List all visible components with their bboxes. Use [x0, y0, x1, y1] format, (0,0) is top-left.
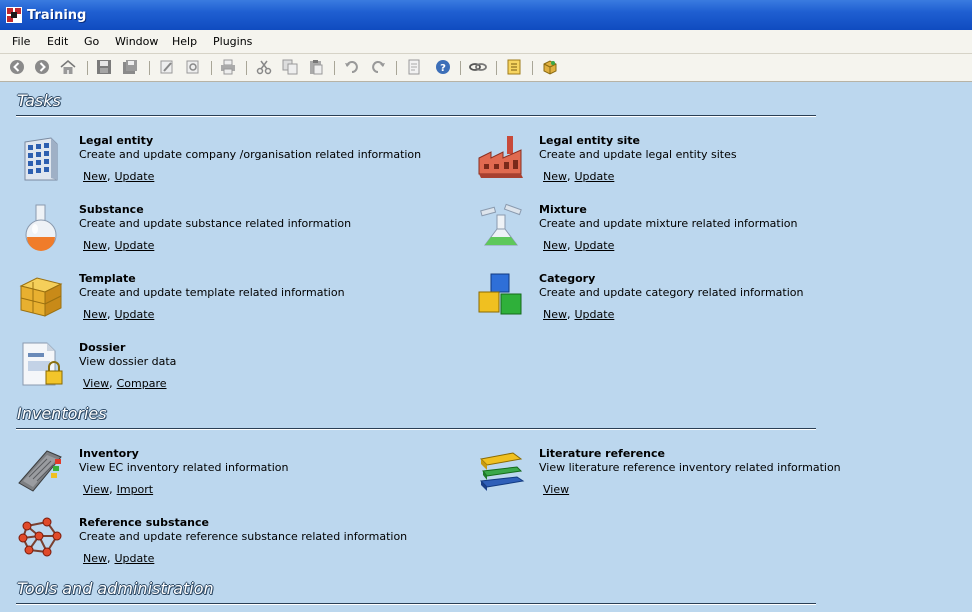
- back-icon[interactable]: [8, 58, 26, 76]
- task-description: Create and update category related infor…: [539, 286, 804, 299]
- task-name: Legal entity site: [539, 134, 640, 147]
- category-new-link[interactable]: New: [543, 308, 567, 321]
- legal-entity-new-link[interactable]: New: [83, 170, 107, 183]
- section-title-inventories: Inventories: [17, 404, 107, 423]
- category-update-link[interactable]: Update: [575, 308, 615, 321]
- mixture-new-link[interactable]: New: [543, 239, 567, 252]
- task-name: Substance: [79, 203, 144, 216]
- task-template: Template Create and update template rela…: [17, 272, 457, 334]
- section-divider: [16, 428, 816, 429]
- cut-icon[interactable]: [255, 58, 273, 76]
- undo-icon[interactable]: [343, 58, 361, 76]
- task-name: Dossier: [79, 341, 126, 354]
- substance-update-link[interactable]: Update: [115, 239, 155, 252]
- factory-icon: [478, 136, 523, 178]
- building-icon: [24, 137, 58, 181]
- title-bar: Training: [0, 0, 972, 30]
- task-category: Category Create and update category rela…: [477, 272, 917, 334]
- task-literature-reference: Literature reference View literature ref…: [477, 447, 917, 509]
- help-icon[interactable]: ?: [434, 58, 452, 76]
- save-all-icon[interactable]: [121, 58, 139, 76]
- task-inventory: Inventory View EC inventory related info…: [17, 447, 457, 509]
- substance-new-link[interactable]: New: [83, 239, 107, 252]
- toolbar: ?: [0, 54, 972, 82]
- task-legal-entity-site: Legal entity site Create and update lega…: [477, 134, 917, 196]
- section-title-tools: Tools and administration: [17, 579, 214, 598]
- task-reference-substance: Reference substance Create and update re…: [17, 516, 457, 578]
- link-icon[interactable]: [469, 58, 487, 76]
- print-icon[interactable]: [219, 58, 237, 76]
- copy-icon[interactable]: [281, 58, 299, 76]
- task-description: Create and update reference substance re…: [79, 530, 408, 543]
- home-icon[interactable]: [59, 58, 77, 76]
- reference-substance-new-link[interactable]: New: [83, 552, 107, 565]
- menu-go[interactable]: Go: [84, 35, 99, 48]
- task-description: View dossier data: [79, 355, 177, 368]
- legal-entity-site-new-link[interactable]: New: [543, 170, 567, 183]
- task-description: Create and update company /organisation …: [79, 148, 422, 161]
- task-description: Create and update substance related info…: [79, 217, 352, 230]
- paste-icon[interactable]: [307, 58, 325, 76]
- colored-blocks-icon: [478, 273, 522, 315]
- legal-entity-site-update-link[interactable]: Update: [575, 170, 615, 183]
- notes-icon[interactable]: [505, 58, 523, 76]
- task-dossier: Dossier View dossier data View, Compare: [17, 341, 457, 403]
- preview-icon[interactable]: [184, 58, 202, 76]
- section-title-tasks: Tasks: [17, 91, 61, 110]
- template-update-link[interactable]: Update: [115, 308, 155, 321]
- mixture-flask-icon: [480, 203, 522, 246]
- task-description: View literature reference inventory rela…: [539, 461, 841, 474]
- task-description: Create and update template related infor…: [79, 286, 345, 299]
- task-name: Legal entity: [79, 134, 154, 147]
- task-name: Reference substance: [79, 516, 209, 529]
- task-legal-entity: Legal entity Create and update company /…: [17, 134, 457, 196]
- address-book-icon: [18, 450, 62, 492]
- task-name: Inventory: [79, 447, 139, 460]
- legal-entity-update-link[interactable]: Update: [115, 170, 155, 183]
- cube-stack-icon: [19, 277, 63, 317]
- task-name: Mixture: [539, 203, 587, 216]
- task-description: Create and update legal entity sites: [539, 148, 737, 161]
- flask-icon: [25, 204, 57, 251]
- window-title: Training: [27, 8, 87, 23]
- menu-plugins[interactable]: Plugins: [213, 35, 252, 48]
- document-icon[interactable]: [405, 58, 423, 76]
- menu-bar: File Edit Go Window Help Plugins: [0, 30, 972, 54]
- menu-file[interactable]: File: [12, 35, 30, 48]
- locked-document-icon: [22, 342, 63, 386]
- menu-window[interactable]: Window: [115, 35, 158, 48]
- dossier-view-link[interactable]: View: [83, 377, 109, 390]
- task-description: View EC inventory related information: [79, 461, 289, 474]
- literature-view-link[interactable]: View: [543, 483, 569, 496]
- menu-help[interactable]: Help: [172, 35, 197, 48]
- section-divider: [16, 115, 816, 116]
- forward-icon[interactable]: [33, 58, 51, 76]
- template-new-link[interactable]: New: [83, 308, 107, 321]
- plugin-icon[interactable]: [541, 58, 559, 76]
- redo-icon[interactable]: [369, 58, 387, 76]
- dossier-compare-link[interactable]: Compare: [117, 377, 167, 390]
- task-description: Create and update mixture related inform…: [539, 217, 798, 230]
- inventory-view-link[interactable]: View: [83, 483, 109, 496]
- inventory-import-link[interactable]: Import: [117, 483, 154, 496]
- task-mixture: Mixture Create and update mixture relate…: [477, 203, 917, 265]
- books-icon: [479, 452, 525, 491]
- save-icon[interactable]: [95, 58, 113, 76]
- molecule-icon: [18, 517, 62, 557]
- app-logo-icon: [6, 7, 22, 23]
- task-substance: Substance Create and update substance re…: [17, 203, 457, 265]
- section-divider: [16, 603, 816, 604]
- task-name: Literature reference: [539, 447, 665, 460]
- task-name: Template: [79, 272, 136, 285]
- reference-substance-update-link[interactable]: Update: [115, 552, 155, 565]
- menu-edit[interactable]: Edit: [47, 35, 68, 48]
- task-name: Category: [539, 272, 596, 285]
- mixture-update-link[interactable]: Update: [575, 239, 615, 252]
- svg-text:?: ?: [440, 63, 446, 74]
- main-content: Tasks Legal entity Create and update com…: [0, 82, 972, 612]
- edit-icon[interactable]: [158, 58, 176, 76]
